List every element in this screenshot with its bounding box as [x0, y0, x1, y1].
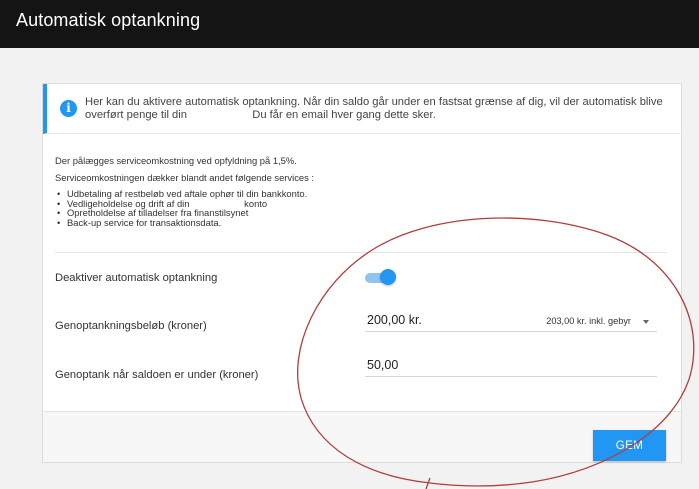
window-titlebar: Automatisk optankning [0, 0, 699, 48]
toggle-label: Deaktiver automatisk optankning [55, 272, 218, 284]
save-button[interactable]: GEM [593, 430, 666, 461]
list-item: Back-up service for transaktionsdata. [55, 217, 655, 228]
threshold-field[interactable]: 50,00 [365, 355, 657, 377]
section-divider [55, 252, 667, 253]
info-text: Her kan du aktivere automatisk optanknin… [85, 96, 675, 122]
amount-input[interactable]: 200,00 kr. [367, 313, 422, 327]
amount-fee-select[interactable]: 203,00 kr. inkl. gebyr [546, 316, 631, 326]
info-line-2: overført penge til din Du får en email h… [85, 109, 436, 121]
window-title: Automatisk optankning [16, 10, 201, 30]
threshold-label: Genoptank når saldoen er under (kroner) [55, 369, 259, 381]
info-banner: i Her kan du aktivere automatisk optankn… [43, 84, 681, 134]
threshold-input[interactable]: 50,00 [367, 358, 398, 372]
annotation-tail [425, 477, 431, 489]
card-footer: GEM [43, 411, 681, 462]
caret-down-icon[interactable] [643, 320, 649, 324]
settings-card: i Her kan du aktivere automatisk optankn… [42, 83, 682, 463]
amount-label: Genoptankningsbeløb (kroner) [55, 320, 207, 332]
services-list: Udbetaling af restbeløb ved aftale ophør… [55, 189, 655, 227]
service-description: Der pålægges serviceomkostning ved opfyl… [55, 155, 655, 227]
amount-field[interactable]: 200,00 kr. 203,00 kr. inkl. gebyr [365, 310, 657, 332]
auto-refill-toggle[interactable] [365, 269, 396, 285]
info-circle-icon: i [60, 100, 77, 117]
info-line-1: Her kan du aktivere automatisk optanknin… [85, 96, 663, 108]
services-intro: Serviceomkostningen dækker blandt andet … [55, 172, 314, 183]
toggle-knob [380, 269, 396, 285]
fee-text: Der pålægges serviceomkostning ved opfyl… [55, 155, 297, 166]
